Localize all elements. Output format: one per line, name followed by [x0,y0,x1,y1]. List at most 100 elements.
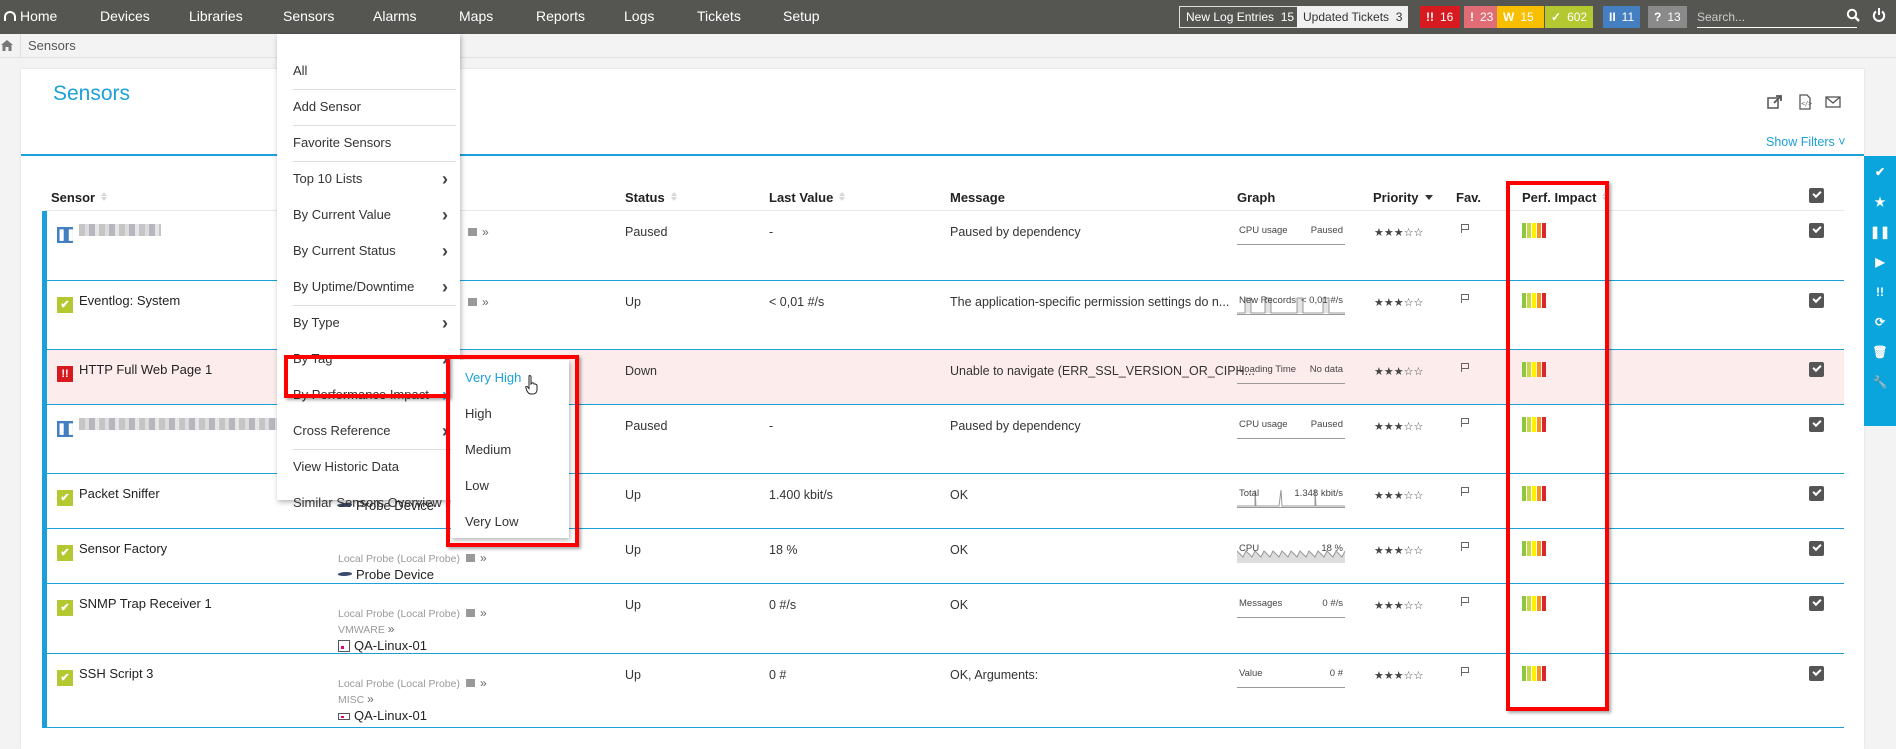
status-badge-up[interactable]: ✓ 602 [1545,6,1594,28]
col-header-status[interactable]: Status [625,190,678,205]
priority-stars[interactable]: ★★★☆☆ [1374,420,1423,433]
col-header-sensor[interactable]: Sensor [51,190,108,205]
mini-graph[interactable]: CPU usage Paused [1237,223,1345,245]
refresh-icon[interactable]: ⟳ [1864,312,1896,332]
resume-play-icon[interactable]: ▶ [1864,252,1896,272]
priority-stars[interactable]: ★★★☆☆ [1374,669,1423,682]
priority-stars[interactable]: ★★★☆☆ [1374,365,1423,378]
more-link[interactable]: » [482,295,489,309]
col-header-priority[interactable]: Priority [1373,190,1433,205]
menu-item-favorite-sensors[interactable]: Favorite Sensors [293,125,456,161]
sensor-name-cell[interactable]: ✔ SSH Script 3 [57,666,153,686]
delete-icon[interactable]: 🗑 [1864,342,1896,362]
wrench-icon[interactable]: 🔧 [1864,372,1896,392]
menu-item-by-performance-impact[interactable]: By Performance Impact › [293,377,456,413]
favorite-flag-icon[interactable] [1461,363,1470,372]
flag-icon[interactable] [466,609,475,617]
device-link[interactable]: Probe Device [336,567,434,582]
device-group-tag[interactable]: MISC » [338,692,374,706]
nav-alarms[interactable]: Alarms [373,0,417,34]
status-badge-unknown[interactable]: ? 13 [1648,6,1687,28]
flag-icon[interactable] [466,554,475,562]
submenu-item-medium[interactable]: Medium [465,432,511,468]
status-badge-paused[interactable]: II 11 [1603,6,1641,28]
submenu-item-low[interactable]: Low [465,468,489,504]
favorite-flag-icon[interactable] [1461,294,1470,303]
priority-stars[interactable]: ★★★☆☆ [1374,489,1423,502]
mini-graph[interactable]: Total 1.348 kbit/s [1237,486,1345,508]
probe-name[interactable]: Local Probe (Local Probe) [338,678,460,690]
sensor-name-cell[interactable]: ❚❚Host I [57,417,313,437]
alert-icon[interactable]: !! [1864,282,1896,302]
priority-stars[interactable]: ★★★☆☆ [1374,599,1423,612]
status-badge-down-acknowledged[interactable]: ! 23 [1464,6,1500,28]
nav-libraries[interactable]: Libraries [189,0,243,34]
more-link[interactable]: » [480,551,487,565]
device-link[interactable]: QA-Linux-01 [338,708,427,723]
menu-item-by-current-status[interactable]: By Current Status › [293,233,456,269]
new-log-entries-button[interactable]: New Log Entries 15 [1179,6,1302,28]
acknowledge-icon[interactable]: ✔ [1864,162,1896,182]
submenu-item-very-low[interactable]: Very Low [465,504,518,540]
menu-item-by-type[interactable]: By Type › [293,305,456,341]
select-all-checkbox[interactable] [1809,188,1824,203]
priority-stars[interactable]: ★★★☆☆ [1374,544,1423,557]
sensor-name-cell[interactable]: ✔ Sensor Factory [57,541,167,561]
mini-graph[interactable]: Value 0 # [1237,666,1345,688]
favorite-flag-icon[interactable] [1461,597,1470,606]
search-input[interactable] [1697,6,1857,28]
mini-graph[interactable]: CPU usage Paused [1237,417,1345,439]
breadcrumb-sensors[interactable]: Sensors [28,38,76,53]
updated-tickets-button[interactable]: Updated Tickets 3 [1297,6,1409,28]
sensor-name-cell[interactable]: ❚❚ [57,223,161,243]
more-link[interactable]: » [482,225,489,239]
mini-graph[interactable]: CPU 18 % [1237,541,1345,563]
sensor-name-cell[interactable]: !! HTTP Full Web Page 1 [57,362,212,382]
row-checkbox[interactable] [1809,417,1824,432]
row-checkbox[interactable] [1809,293,1824,308]
nav-logs[interactable]: Logs [624,0,654,34]
favorite-flag-icon[interactable] [1461,542,1470,551]
menu-item-top-10-lists[interactable]: Top 10 Lists › [293,161,456,197]
more-link[interactable]: » [480,676,487,690]
power-icon[interactable] [1872,7,1886,23]
menu-item-all[interactable]: All [293,53,456,89]
favorite-flag-icon[interactable] [1461,487,1470,496]
menu-item-cross-reference[interactable]: Cross Reference › [293,413,456,449]
sensor-name-cell[interactable]: ✔ Packet Sniffer [57,486,160,506]
email-icon[interactable] [1825,94,1841,110]
nav-setup[interactable]: Setup [783,0,820,34]
mini-graph[interactable]: Messages 0 #/s [1237,596,1345,618]
row-checkbox[interactable] [1809,666,1824,681]
col-header-message[interactable]: Message [950,190,1005,205]
submenu-item-very-high[interactable]: Very High [465,360,521,396]
favorite-flag-icon[interactable] [1461,418,1470,427]
favorite-flag-icon[interactable] [1461,224,1470,233]
table-row[interactable]: ✔ SNMP Trap Receiver 1 Local Probe (Local … [47,584,1844,654]
table-row[interactable]: ✔ Sensor Factory Local Probe (Local Probe)… [47,529,1844,584]
nav-tickets[interactable]: Tickets [697,0,741,34]
menu-item-similar-sensors-overview[interactable]: Similar Sensors Overview [293,485,456,521]
sensor-name-cell[interactable]: ✔ SNMP Trap Receiver 1 [57,596,212,616]
row-checkbox[interactable] [1809,362,1824,377]
nav-home[interactable]: Home [20,0,57,34]
device-link[interactable]: QA-Linux-01 [338,638,427,653]
row-checkbox[interactable] [1809,596,1824,611]
probe-name[interactable]: Local Probe (Local Probe) [338,608,460,620]
nav-maps[interactable]: Maps [459,0,493,34]
favorite-star-icon[interactable]: ★ [1864,192,1896,212]
row-checkbox[interactable] [1809,541,1824,556]
search-icon[interactable] [1846,8,1860,22]
status-badge-warning[interactable]: W 15 [1497,6,1544,28]
flag-icon[interactable] [468,298,477,306]
menu-item-by-current-value[interactable]: By Current Value › [293,197,456,233]
device-group-tag[interactable]: VMWARE » [338,622,394,636]
home-icon[interactable] [1,40,13,51]
menu-item-by-uptime-downtime[interactable]: By Uptime/Downtime › [293,269,456,305]
export-code-icon[interactable]: </> [1797,94,1813,110]
mini-graph[interactable]: New Records < 0,01 #/s [1237,293,1345,315]
priority-stars[interactable]: ★★★☆☆ [1374,226,1423,239]
submenu-item-high[interactable]: High [465,396,492,432]
more-link[interactable]: » [480,606,487,620]
row-checkbox[interactable] [1809,223,1824,238]
